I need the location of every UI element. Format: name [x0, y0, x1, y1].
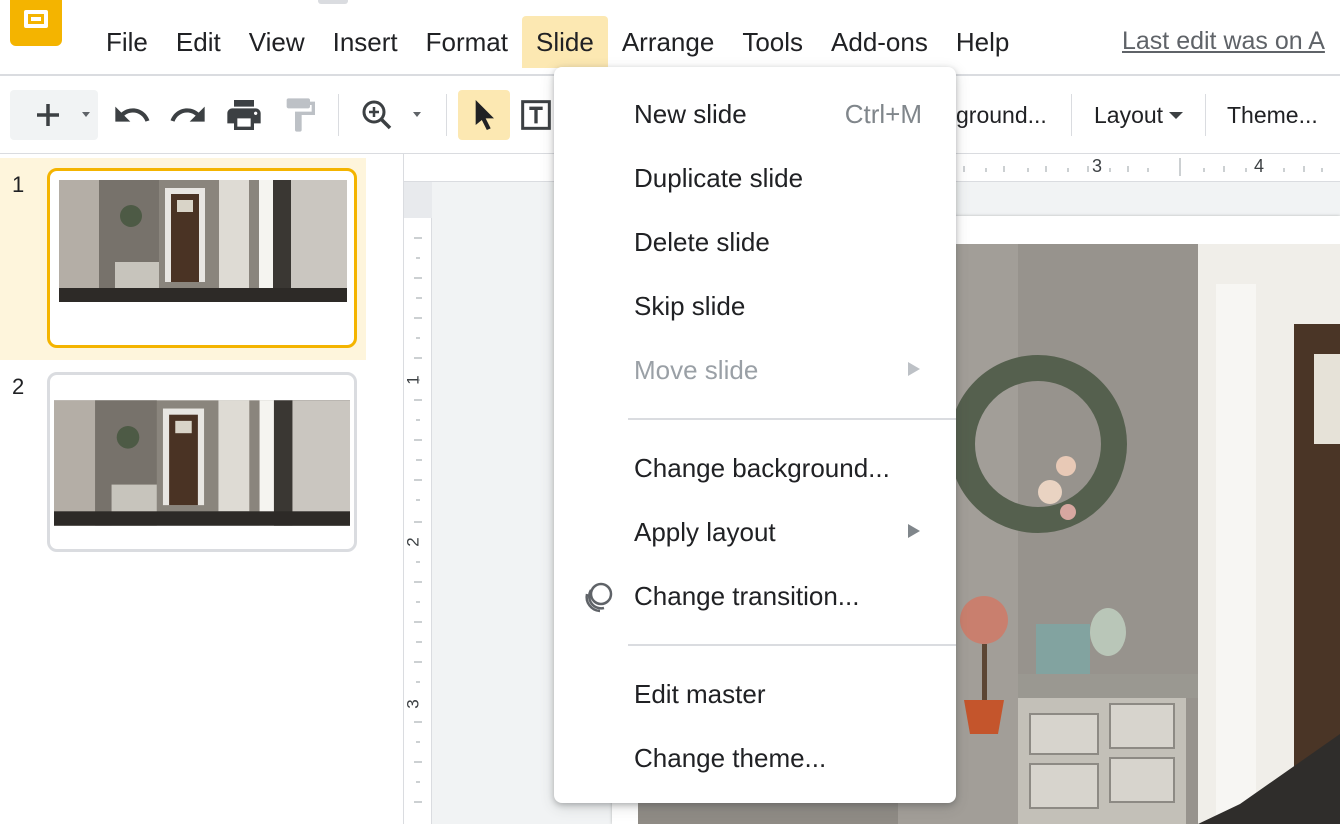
ruler-label: 3	[1092, 156, 1103, 176]
menu-item-label: Change background...	[634, 453, 890, 483]
chevron-down-icon	[1169, 112, 1184, 119]
slides-logo-icon[interactable]	[10, 0, 62, 46]
vertical-ruler: 1 2 3	[404, 182, 432, 824]
toolbar-separator	[1205, 94, 1206, 136]
menu-item-label: Skip slide	[634, 291, 746, 321]
menu-separator	[628, 644, 956, 646]
menu-item-label: Delete slide	[634, 227, 770, 257]
slide-menu-dropdown: New slide Ctrl+M Duplicate slide Delete …	[554, 67, 956, 803]
menu-item-apply-layout[interactable]: Apply layout	[554, 504, 956, 560]
cursor-icon	[475, 100, 494, 130]
menu-item-move-slide: Move slide	[554, 342, 956, 398]
ruler-label: 4	[1254, 156, 1265, 176]
menu-item-change-background[interactable]: Change background...	[554, 440, 956, 496]
slide-thumbnail-1[interactable]	[47, 168, 357, 348]
menu-view[interactable]: View	[235, 16, 319, 68]
paint-format-button[interactable]	[276, 90, 324, 140]
menu-format[interactable]: Format	[412, 16, 522, 68]
theme-button[interactable]: Theme...	[1227, 90, 1318, 140]
menu-item-change-transition[interactable]: Change transition...	[554, 568, 956, 624]
toolbar-separator	[338, 94, 339, 136]
menu-item-label: Change transition...	[634, 581, 860, 611]
transition-icon	[585, 582, 613, 613]
redo-button[interactable]	[164, 90, 212, 140]
menu-tools[interactable]: Tools	[728, 16, 817, 68]
paint-format-icon	[286, 98, 315, 132]
menu-insert[interactable]: Insert	[319, 16, 412, 68]
menu-item-new-slide[interactable]: New slide Ctrl+M	[554, 86, 956, 142]
menu-item-change-theme[interactable]: Change theme...	[554, 730, 956, 786]
menu-item-skip-slide[interactable]: Skip slide	[554, 278, 956, 334]
submenu-arrow-icon	[908, 362, 920, 376]
redo-icon	[170, 106, 205, 122]
menu-item-edit-master[interactable]: Edit master	[554, 666, 956, 722]
menu-add-ons[interactable]: Add-ons	[817, 16, 942, 68]
menu-file[interactable]: File	[92, 16, 162, 68]
hallway-photo-thumbnail	[59, 180, 347, 302]
ruler-label: 1	[403, 375, 423, 385]
menu-item-label: Move slide	[634, 355, 759, 385]
menu-item-label: Apply layout	[634, 517, 776, 547]
undo-button[interactable]	[108, 90, 156, 140]
zoom-button[interactable]	[350, 90, 436, 140]
menu-item-duplicate-slide[interactable]: Duplicate slide	[554, 150, 956, 206]
last-edit-link[interactable]: Last edit was on A	[1122, 27, 1340, 56]
text-box-button[interactable]	[516, 90, 556, 140]
slide-thumbnail-2[interactable]	[47, 372, 357, 552]
submenu-arrow-icon	[908, 524, 920, 538]
menu-help[interactable]: Help	[942, 16, 1023, 68]
slide-number: 2	[12, 374, 25, 399]
print-button[interactable]	[220, 90, 268, 140]
slide-filmstrip: 1 2	[0, 154, 404, 824]
menu-item-delete-slide[interactable]: Delete slide	[554, 214, 956, 270]
menu-slide[interactable]: Slide	[521, 16, 608, 68]
slide-number: 1	[12, 172, 25, 197]
undo-icon	[115, 106, 150, 122]
menu-bar: File Edit View Insert Format Slide Arran…	[92, 16, 1023, 68]
layout-button[interactable]: Layout	[1082, 90, 1194, 140]
toolbar-separator	[446, 94, 447, 136]
new-slide-button[interactable]	[10, 90, 98, 140]
menu-item-label: Change theme...	[634, 743, 827, 773]
ruler-label: 2	[403, 537, 423, 547]
star-icon[interactable]	[318, 0, 348, 4]
select-tool-button[interactable]	[458, 90, 510, 140]
print-icon	[227, 100, 261, 130]
toolbar-separator	[1071, 94, 1072, 136]
keyboard-shortcut: Ctrl+M	[844, 99, 922, 129]
layout-label: Layout	[1094, 101, 1164, 128]
hallway-photo-thumbnail	[54, 400, 350, 526]
menu-edit[interactable]: Edit	[162, 16, 235, 68]
menu-item-label: Duplicate slide	[634, 163, 804, 193]
ruler-corner	[404, 182, 432, 218]
menu-separator	[628, 418, 956, 420]
zoom-icon	[362, 100, 421, 130]
menu-item-label: New slide	[634, 99, 747, 129]
menu-item-label: Edit master	[634, 679, 766, 709]
background-button[interactable]: ground...	[956, 90, 1047, 140]
text-box-icon	[521, 100, 551, 130]
menu-arrange[interactable]: Arrange	[608, 16, 729, 68]
ruler-label: 3	[403, 699, 423, 709]
